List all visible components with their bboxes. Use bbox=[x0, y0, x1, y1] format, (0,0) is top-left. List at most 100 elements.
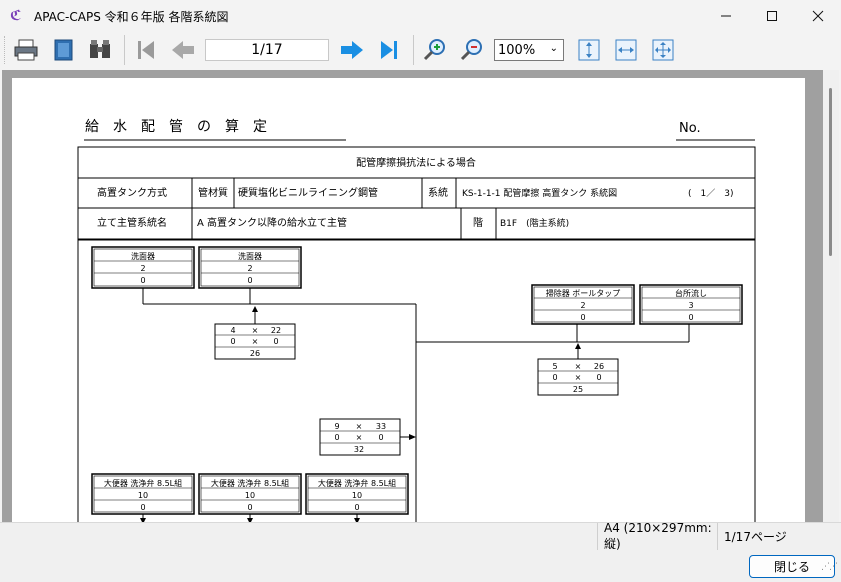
svg-text:5: 5 bbox=[552, 362, 557, 371]
page-indicator-input[interactable]: 1/17 bbox=[205, 39, 329, 61]
fit-page-icon[interactable] bbox=[648, 35, 678, 65]
svg-text:9: 9 bbox=[334, 422, 339, 431]
toolbar-separator bbox=[124, 35, 125, 65]
svg-text:×: × bbox=[252, 337, 259, 346]
calculation-sheet: 給 水 配 管 の 算 定 No. 配管摩擦損抗法による場合 高置タンク方式 管… bbox=[77, 119, 756, 522]
fit-height-icon[interactable] bbox=[574, 35, 604, 65]
svg-text:2: 2 bbox=[247, 264, 252, 273]
zoom-value: 100% bbox=[498, 42, 536, 58]
chevron-down-icon: ⌄ bbox=[549, 43, 558, 54]
main-riser-value: A 高置タンク以降の給水立て主管 bbox=[197, 216, 347, 229]
svg-text:0: 0 bbox=[140, 503, 145, 512]
calc-box: 4 × 22 0 × 0 26 bbox=[214, 323, 296, 360]
close-icon[interactable] bbox=[795, 0, 841, 32]
svg-text:×: × bbox=[356, 433, 363, 442]
zoom-out-icon[interactable] bbox=[457, 35, 487, 65]
svg-text:2: 2 bbox=[140, 264, 145, 273]
fixture-box: 掃除器 ボールタップ 2 0 bbox=[531, 284, 635, 325]
bottom-bar: 閉じる ⋰⋰ bbox=[0, 550, 841, 582]
sheet-title: 給 水 配 管 の 算 定 bbox=[85, 119, 267, 135]
flow-arrow bbox=[252, 306, 258, 312]
title-bar: ℭ APAC-CAPS 令和６年版 各階系統図 bbox=[0, 0, 841, 32]
svg-text:25: 25 bbox=[573, 385, 583, 394]
floor-value: B1F (階主系統) bbox=[500, 217, 569, 229]
floor-label: 階 bbox=[473, 217, 483, 229]
sheet-number-label: No. bbox=[679, 121, 701, 136]
svg-text:0: 0 bbox=[688, 313, 693, 322]
svg-text:10: 10 bbox=[138, 491, 148, 500]
calc-box: 9 × 33 0 × 0 32 bbox=[319, 418, 401, 456]
print-icon[interactable] bbox=[11, 35, 41, 65]
calc-box: 5 × 26 0 × 0 25 bbox=[537, 358, 619, 396]
svg-text:大便器 洗浄弁 8.5L組: 大便器 洗浄弁 8.5L組 bbox=[318, 478, 396, 488]
svg-text:10: 10 bbox=[245, 491, 255, 500]
binoculars-icon[interactable] bbox=[85, 35, 115, 65]
system-value: KS-1-1-1 配管摩擦 高置タンク 系統図 bbox=[462, 187, 617, 199]
svg-text:4: 4 bbox=[230, 326, 235, 335]
flow-arrow bbox=[409, 434, 416, 440]
svg-text:×: × bbox=[252, 326, 259, 335]
svg-text:0: 0 bbox=[334, 433, 339, 442]
app-icon: ℭ bbox=[10, 8, 22, 24]
last-page-icon[interactable] bbox=[374, 35, 404, 65]
page-of-system: ( 1／ 3) bbox=[688, 188, 733, 199]
svg-text:33: 33 bbox=[376, 422, 386, 431]
svg-text:0: 0 bbox=[552, 373, 557, 382]
svg-text:0: 0 bbox=[247, 503, 252, 512]
document-page: 給 水 配 管 の 算 定 No. 配管摩擦損抗法による場合 高置タンク方式 管… bbox=[12, 78, 805, 522]
tank-type-label: 高置タンク方式 bbox=[97, 186, 167, 199]
status-bar: A4 (210×297mm:縦) 1/17ページ bbox=[0, 521, 841, 551]
svg-text:0: 0 bbox=[230, 337, 235, 346]
material-value: 硬質塩化ビニルライニング鋼管 bbox=[238, 186, 378, 199]
svg-text:大便器 洗浄弁 8.5L組: 大便器 洗浄弁 8.5L組 bbox=[104, 478, 182, 488]
svg-text:×: × bbox=[356, 422, 363, 431]
svg-text:0: 0 bbox=[378, 433, 383, 442]
svg-text:台所流し: 台所流し bbox=[675, 288, 707, 298]
svg-text:0: 0 bbox=[596, 373, 601, 382]
svg-text:3: 3 bbox=[688, 301, 693, 310]
scrollbar-thumb[interactable] bbox=[829, 88, 832, 256]
toolbar: 1/17 100% ⌄ bbox=[0, 32, 841, 68]
zoom-select[interactable]: 100% ⌄ bbox=[494, 39, 564, 61]
window-controls bbox=[703, 0, 841, 32]
svg-text:32: 32 bbox=[354, 445, 364, 454]
window-title: APAC-CAPS 令和６年版 各階系統図 bbox=[34, 9, 229, 24]
zoom-in-icon[interactable] bbox=[420, 35, 450, 65]
svg-text:×: × bbox=[575, 373, 582, 382]
svg-text:26: 26 bbox=[594, 362, 604, 371]
svg-text:大便器 洗浄弁 8.5L組: 大便器 洗浄弁 8.5L組 bbox=[211, 478, 289, 488]
flow-arrow bbox=[575, 343, 581, 349]
fixture-box: 大便器 洗浄弁 8.5L組 10 0 bbox=[305, 473, 409, 515]
fixture-box: 台所流し 3 0 bbox=[639, 284, 743, 325]
main-riser-label: 立て主管系統名 bbox=[97, 216, 167, 229]
svg-text:洗面器: 洗面器 bbox=[131, 251, 155, 261]
first-page-icon[interactable] bbox=[131, 35, 161, 65]
document-viewport[interactable]: 給 水 配 管 の 算 定 No. 配管摩擦損抗法による場合 高置タンク方式 管… bbox=[2, 70, 823, 522]
svg-text:26: 26 bbox=[250, 349, 260, 358]
fixture-box: 洗面器 2 0 bbox=[198, 246, 302, 289]
fixture-box: 洗面器 2 0 bbox=[91, 246, 195, 289]
system-label: 系統 bbox=[428, 186, 448, 199]
svg-text:0: 0 bbox=[354, 503, 359, 512]
svg-text:22: 22 bbox=[271, 326, 281, 335]
header-method: 配管摩擦損抗法による場合 bbox=[356, 156, 476, 169]
maximize-icon[interactable] bbox=[749, 0, 795, 32]
vertical-scrollbar[interactable] bbox=[823, 70, 839, 522]
toolbar-separator bbox=[413, 35, 414, 65]
svg-text:0: 0 bbox=[247, 276, 252, 285]
svg-text:掃除器 ボールタップ: 掃除器 ボールタップ bbox=[546, 288, 621, 298]
book-icon[interactable] bbox=[48, 35, 78, 65]
resize-grip-icon[interactable]: ⋰⋰ bbox=[821, 562, 838, 572]
fit-width-icon[interactable] bbox=[611, 35, 641, 65]
next-page-icon[interactable] bbox=[337, 35, 367, 65]
svg-text:×: × bbox=[575, 362, 582, 371]
svg-text:0: 0 bbox=[273, 337, 278, 346]
page-count-status: 1/17ページ bbox=[717, 523, 841, 550]
paper-size-status: A4 (210×297mm:縦) bbox=[597, 521, 717, 551]
fixture-box: 大便器 洗浄弁 8.5L組 10 0 bbox=[91, 473, 195, 515]
svg-text:2: 2 bbox=[580, 301, 585, 310]
minimize-icon[interactable] bbox=[703, 0, 749, 32]
svg-text:洗面器: 洗面器 bbox=[238, 251, 262, 261]
prev-page-icon[interactable] bbox=[168, 35, 198, 65]
svg-text:0: 0 bbox=[140, 276, 145, 285]
